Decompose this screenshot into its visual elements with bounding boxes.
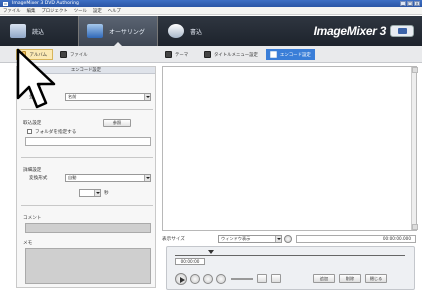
format-select[interactable]: 自動: [65, 174, 151, 182]
toolbar-theme-label: テーマ: [175, 52, 189, 58]
tab-import[interactable]: 読込: [0, 16, 78, 46]
album-icon: [22, 51, 27, 58]
memo-field[interactable]: [25, 248, 151, 284]
preview-scrollbar[interactable]: [411, 67, 418, 230]
browse-button[interactable]: 参照: [103, 119, 131, 127]
write-icon: [168, 24, 184, 38]
tab-authoring-label: オーサリング: [109, 28, 145, 36]
capture-section-label: 取込設定: [23, 121, 42, 126]
divider: [21, 109, 153, 110]
toolbar-album-button[interactable]: アルバム: [16, 49, 53, 60]
comment-label: コメント: [23, 216, 42, 221]
menu-help[interactable]: ヘルプ: [108, 8, 121, 14]
rewind-button[interactable]: [271, 274, 281, 283]
display-size-label: 表示サイズ: [162, 237, 185, 242]
toolbar-file-button[interactable]: ファイル: [60, 49, 88, 60]
play-button[interactable]: [175, 273, 187, 285]
toolbar-encode-button[interactable]: エンコード設定: [266, 49, 315, 60]
display-section-label: 表示方法: [23, 86, 42, 91]
display-size-value: ウィンドウ表示: [221, 236, 251, 241]
menu-file[interactable]: ファイル: [3, 8, 21, 14]
time-counter-display: 00:00:00.000: [296, 235, 416, 243]
chevron-down-icon: [144, 175, 150, 181]
close-player-button[interactable]: 閉じる: [365, 274, 387, 283]
timeline-track[interactable]: [175, 255, 405, 256]
main-nav: 読込 オーサリング 書込 ImageMixer 3: [0, 16, 422, 47]
toolbar-theme-button[interactable]: テーマ: [165, 49, 188, 60]
chevron-down-icon: [144, 94, 150, 100]
window-controls: _ □ ×: [400, 1, 420, 6]
playhead-marker[interactable]: [208, 250, 214, 254]
sort-order-select[interactable]: 名前: [65, 93, 151, 101]
sort-order-value: 名前: [68, 94, 77, 99]
loop-button[interactable]: [257, 274, 267, 283]
folder-checkbox[interactable]: [27, 129, 32, 134]
tab-write[interactable]: 書込: [158, 16, 228, 46]
next-button[interactable]: [216, 274, 226, 284]
toolbar-file-label: ファイル: [70, 52, 88, 58]
menu-project[interactable]: プロジェクト: [41, 8, 67, 14]
menu-settings[interactable]: 設定: [93, 8, 102, 14]
settings-panel: エンコード設定 表示方法 並び順 名前 取込設定 参照 フォルダを指定する 詳細…: [16, 66, 156, 288]
menu-edit[interactable]: 編集: [27, 8, 36, 14]
divider: [21, 157, 153, 158]
settings-panel-header: エンコード設定: [17, 67, 155, 74]
add-button[interactable]: 追加: [313, 274, 335, 283]
authoring-icon: [87, 24, 103, 38]
chevron-down-icon: [275, 236, 281, 242]
dvd-badge-icon: [390, 25, 414, 37]
volume-slider[interactable]: [231, 278, 253, 280]
folder-path-input[interactable]: [25, 137, 151, 146]
display-size-select[interactable]: ウィンドウ表示: [218, 235, 282, 243]
display-size-row: 表示サイズ ウィンドウ表示 00:00:00.000: [162, 234, 417, 244]
play-icon: [180, 276, 185, 283]
theme-icon: [165, 51, 172, 58]
toolbar-title-menu-button[interactable]: タイトルメニュー設定: [204, 49, 258, 60]
toolbar-encode-label: エンコード設定: [280, 52, 311, 58]
player-controls: 00:00:00 追加 削除 閉じる: [166, 246, 415, 290]
folder-checkbox-label: フォルダを指定する: [35, 130, 77, 135]
zoom-icon[interactable]: [284, 235, 292, 243]
file-icon: [60, 51, 67, 58]
memo-label: メモ: [23, 241, 33, 246]
stop-button[interactable]: [190, 274, 200, 284]
title-menu-icon: [204, 51, 211, 58]
tab-authoring[interactable]: オーサリング: [78, 16, 158, 47]
minimize-button[interactable]: _: [400, 1, 406, 6]
menu-tools[interactable]: ツール: [74, 8, 87, 14]
window-title-bar: ImageMixer 3 DVD Authoring _ □ ×: [0, 0, 422, 7]
import-icon: [10, 24, 26, 38]
maximize-button[interactable]: □: [407, 1, 413, 6]
tab-write-label: 書込: [190, 28, 203, 36]
toolbar: アルバム ファイル テーマ タイトルメニュー設定 エンコード設定: [0, 46, 422, 63]
toolbar-album-label: アルバム: [29, 52, 47, 58]
app-icon: [3, 1, 8, 6]
timecode-display: 00:00:00: [175, 258, 205, 265]
comment-field[interactable]: [25, 223, 151, 233]
tab-import-label: 読込: [32, 28, 45, 36]
divider: [21, 205, 153, 206]
seconds-unit-label: 秒: [104, 191, 109, 196]
format-value: 自動: [68, 175, 77, 180]
sort-order-label: 並び順: [29, 95, 43, 100]
brand-logo: ImageMixer 3: [313, 24, 387, 38]
chevron-down-icon: [94, 190, 100, 196]
format-label: 変換形式: [29, 176, 48, 181]
duration-select[interactable]: [79, 189, 101, 197]
menu-bar: ファイル 編集 プロジェクト ツール 設定 ヘルプ: [0, 7, 422, 15]
detail-section-label: 詳細設定: [23, 168, 42, 173]
preview-area[interactable]: [162, 66, 418, 231]
time-counter-value: 00:00:00.000: [382, 236, 411, 241]
close-button[interactable]: ×: [414, 1, 420, 6]
prev-button[interactable]: [203, 274, 213, 284]
delete-button[interactable]: 削除: [339, 274, 361, 283]
toolbar-title-menu-label: タイトルメニュー設定: [214, 52, 258, 58]
encode-icon: [270, 51, 277, 58]
timecode-value: 00:00:00: [180, 259, 200, 264]
window-title: ImageMixer 3 DVD Authoring: [12, 1, 79, 6]
